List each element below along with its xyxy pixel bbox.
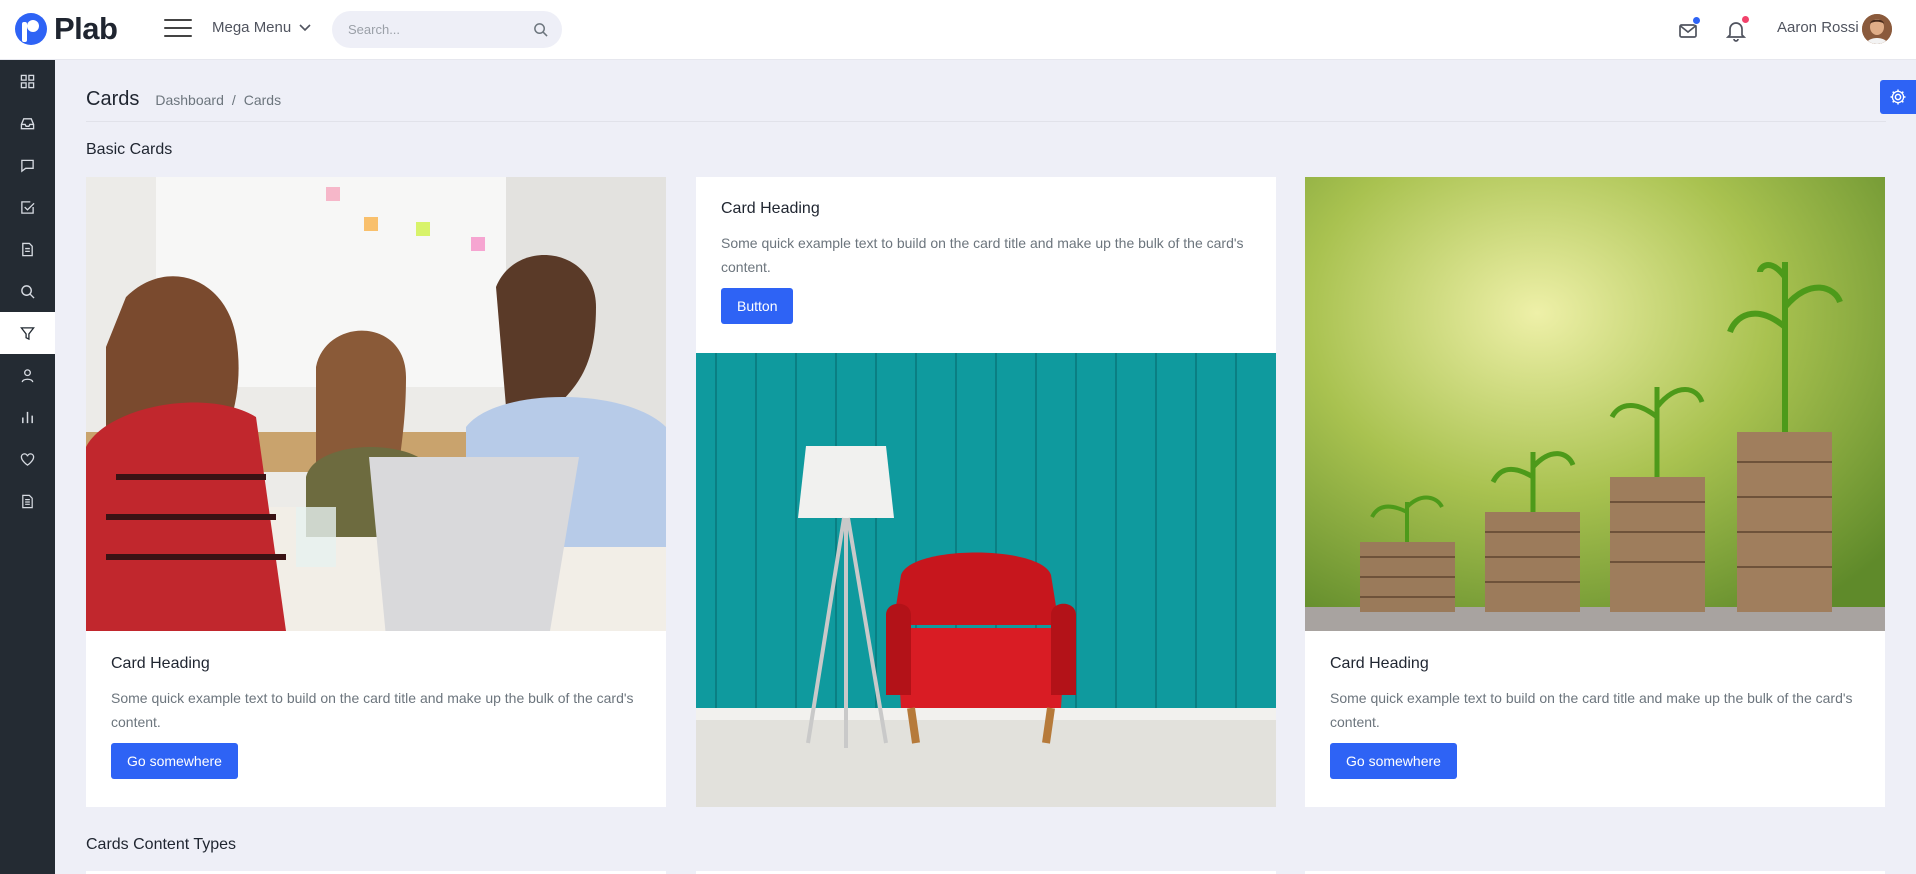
sidebar-toggle-button[interactable] <box>164 19 192 41</box>
brand-logo[interactable]: Plab <box>14 11 118 47</box>
card-image-team-meeting <box>86 177 666 631</box>
go-somewhere-button[interactable]: Go somewhere <box>111 743 238 779</box>
check-square-icon <box>21 200 35 214</box>
hamburger-line <box>164 27 192 29</box>
divider <box>86 121 1886 122</box>
card-heading: Card Heading <box>721 200 820 217</box>
page-title: Cards <box>86 88 140 110</box>
search-box <box>332 11 562 48</box>
breadcrumb: Dashboard / Cards <box>155 92 281 108</box>
search-icon <box>21 284 35 299</box>
chat-icon <box>21 159 34 172</box>
theme-settings-button[interactable] <box>1880 80 1916 114</box>
section-title-basic-cards: Basic Cards <box>86 141 173 158</box>
card-text: Some quick example text to build on the … <box>1330 690 1853 730</box>
sidebar-item-favorites[interactable] <box>0 438 55 480</box>
bar-chart-icon <box>22 411 33 423</box>
brand-name: Plab <box>54 11 118 46</box>
card-body: Card Heading Some quick example text to … <box>721 200 1251 324</box>
sidebar-item-search[interactable] <box>0 270 55 312</box>
coin-stacks-plants-photo-icon <box>1305 177 1885 631</box>
breadcrumb-dashboard[interactable]: Dashboard <box>155 92 224 108</box>
notifications-button[interactable] <box>1726 15 1750 42</box>
sidebar-item-filter[interactable] <box>0 312 55 354</box>
mail-badge <box>1692 16 1701 25</box>
search-icon[interactable] <box>533 22 548 37</box>
top-navbar: Plab Mega Menu Aaron Rossi <box>0 0 1916 60</box>
hamburger-line <box>164 35 192 37</box>
card-image-red-armchair <box>696 353 1276 807</box>
user-photo-icon <box>1862 14 1892 44</box>
breadcrumb-separator: / <box>231 92 236 108</box>
search-input[interactable] <box>332 11 562 48</box>
dashboard-grid-icon <box>20 74 35 88</box>
mega-menu-dropdown[interactable]: Mega Menu <box>212 19 311 36</box>
avatar[interactable] <box>1862 14 1892 44</box>
heart-icon <box>20 452 35 466</box>
card-text: Some quick example text to build on the … <box>111 690 634 730</box>
filter-icon <box>20 326 35 340</box>
inbox-icon <box>20 117 35 129</box>
gear-icon <box>1890 89 1906 105</box>
red-armchair-photo-icon <box>696 353 1276 807</box>
card-button[interactable]: Button <box>721 288 794 324</box>
user-name[interactable]: Aaron Rossi <box>1777 19 1859 36</box>
sidebar-item-chat[interactable] <box>0 144 55 186</box>
user-icon <box>21 368 34 382</box>
notification-badge <box>1741 15 1750 24</box>
card: Card Heading Some quick example text to … <box>696 177 1276 807</box>
card-heading: Card Heading <box>1330 655 1429 672</box>
sidebar-item-users[interactable] <box>0 354 55 396</box>
section-title-cards-content-types: Cards Content Types <box>86 836 237 853</box>
team-meeting-photo-icon <box>86 177 666 631</box>
card-body: Card Heading Some quick example text to … <box>1330 655 1860 779</box>
file-text-icon <box>22 494 33 508</box>
sidebar-item-pages[interactable] <box>0 480 55 522</box>
card: Card Heading Some quick example text to … <box>86 177 666 807</box>
card-text: Some quick example text to build on the … <box>721 235 1244 275</box>
sidebar <box>0 60 55 874</box>
go-somewhere-button[interactable]: Go somewhere <box>1330 743 1457 779</box>
page-header: Cards Dashboard / Cards <box>86 88 281 111</box>
card: Card Heading Some quick example text to … <box>1305 177 1885 807</box>
sidebar-item-documents[interactable] <box>0 228 55 270</box>
card-body: Card Heading Some quick example text to … <box>111 655 641 779</box>
chevron-down-icon <box>299 23 311 31</box>
card-heading: Card Heading <box>111 655 210 672</box>
mega-menu-label: Mega Menu <box>212 19 292 36</box>
card-image-coin-stacks <box>1305 177 1885 631</box>
sidebar-item-inbox[interactable] <box>0 102 55 144</box>
sidebar-item-charts[interactable] <box>0 396 55 438</box>
sidebar-item-tasks[interactable] <box>0 186 55 228</box>
hamburger-line <box>164 19 192 21</box>
plab-logo-icon <box>15 13 47 45</box>
messages-button[interactable] <box>1678 16 1701 41</box>
breadcrumb-current: Cards <box>243 92 282 108</box>
document-icon <box>22 242 33 256</box>
sidebar-item-dashboard[interactable] <box>0 60 55 102</box>
